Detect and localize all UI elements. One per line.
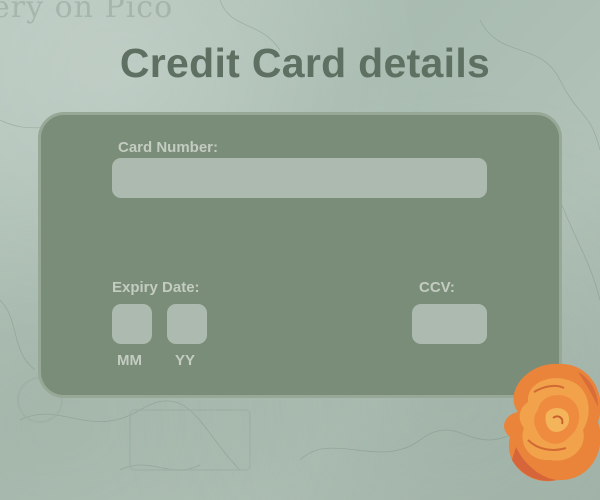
expiry-year-caption: YY [175,352,196,369]
background-stamp-text: ery on Pico [0,0,174,25]
credit-card-form: Card Number: Expiry Date: MM YY CCV: [38,112,562,398]
expiry-month-input[interactable] [112,304,152,344]
expiry-month-caption: MM [117,352,142,369]
expiry-year-input[interactable] [167,304,207,344]
expiry-date-label: Expiry Date: [112,279,200,296]
rose-icon [504,363,600,482]
ccv-input[interactable] [412,304,487,344]
card-number-label: Card Number: [118,139,219,156]
ccv-label: CCV: [419,279,455,296]
page-title: Credit Card details [119,40,491,86]
card-number-input[interactable] [112,158,487,198]
